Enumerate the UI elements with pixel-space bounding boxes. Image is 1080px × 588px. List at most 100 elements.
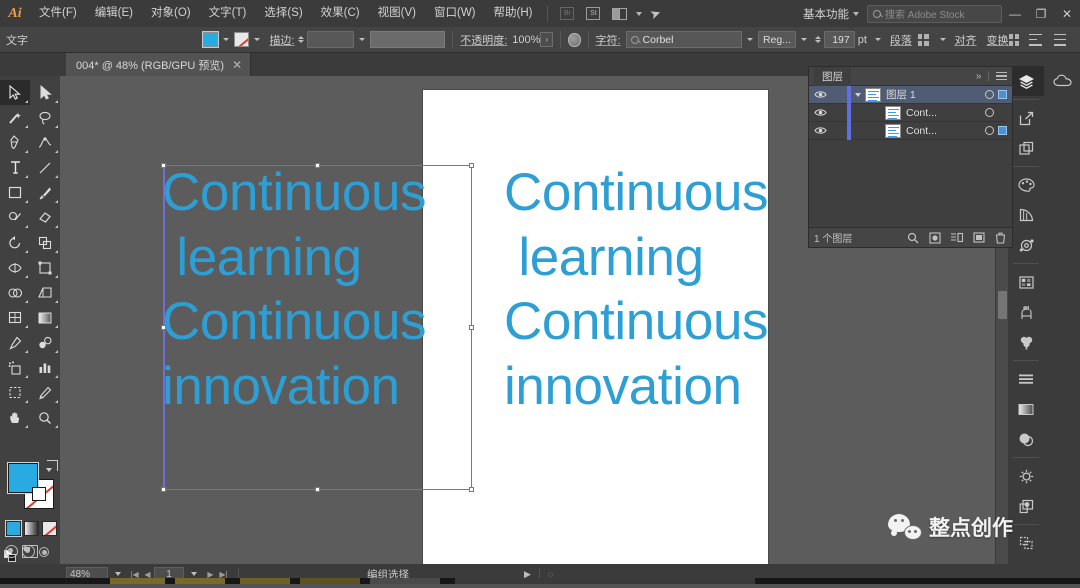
perspective-grid-tool[interactable] bbox=[30, 280, 60, 305]
stroke-chevron-down-icon[interactable] bbox=[254, 38, 261, 41]
arrange-chevron-down-icon[interactable] bbox=[636, 11, 643, 16]
screen-mode-icon[interactable] bbox=[22, 545, 38, 558]
none-mode-button[interactable] bbox=[42, 521, 57, 536]
opacity-label[interactable]: 不透明度: bbox=[460, 32, 507, 48]
hand-tool[interactable] bbox=[0, 405, 30, 430]
panel-menu-icon[interactable] bbox=[996, 71, 1007, 81]
close-icon[interactable]: ✕ bbox=[232, 59, 242, 71]
opacity-value[interactable]: 100% bbox=[512, 34, 540, 46]
opacity-flyout-button[interactable]: › bbox=[540, 32, 554, 47]
menu-type[interactable]: 文字(T) bbox=[200, 0, 256, 27]
paintbrush-tool[interactable] bbox=[30, 180, 60, 205]
free-transform-tool[interactable] bbox=[30, 255, 60, 280]
text-object-left[interactable]: Continuous learning Continuous innovatio… bbox=[162, 161, 427, 420]
bridge-icon[interactable]: Br bbox=[556, 5, 578, 23]
minimize-button[interactable]: — bbox=[1002, 0, 1028, 27]
layer-selected-indicator[interactable] bbox=[998, 90, 1007, 99]
menu-effect[interactable]: 效果(C) bbox=[312, 0, 369, 27]
stroke-weight-stepper[interactable] bbox=[297, 36, 304, 43]
close-button[interactable]: ✕ bbox=[1054, 0, 1080, 27]
layer-visibility-icon[interactable] bbox=[809, 126, 831, 135]
color-mode-button[interactable] bbox=[5, 520, 22, 537]
color-panel-icon[interactable] bbox=[1008, 170, 1044, 200]
rectangle-tool[interactable] bbox=[0, 180, 30, 205]
layer-name[interactable]: Cont... bbox=[906, 107, 985, 119]
transparency-panel-icon[interactable] bbox=[1008, 424, 1044, 454]
table-row[interactable]: 图层 1 bbox=[809, 85, 1012, 104]
symbol-sprayer-tool[interactable] bbox=[0, 355, 30, 380]
layer-target-icon[interactable] bbox=[985, 108, 994, 117]
color-guide-panel-icon[interactable] bbox=[1008, 200, 1044, 230]
text-object-right[interactable]: Continuous learning Continuous innovatio… bbox=[504, 161, 769, 420]
arrange-documents-icon[interactable] bbox=[608, 5, 630, 23]
delete-layer-icon[interactable] bbox=[994, 231, 1007, 244]
layer-selected-indicator[interactable] bbox=[998, 126, 1007, 135]
layer-target-icon[interactable] bbox=[985, 90, 994, 99]
stock-search-input[interactable]: 搜索 Adobe Stock bbox=[867, 4, 1002, 23]
stroke-weight-label[interactable]: 描边: bbox=[269, 32, 294, 48]
menu-edit[interactable]: 编辑(E) bbox=[86, 0, 142, 27]
fill-chevron-down-icon[interactable] bbox=[223, 38, 230, 41]
recolor-artwork-icon[interactable] bbox=[567, 32, 581, 47]
brush-definition-field[interactable] bbox=[369, 31, 446, 48]
font-size-chevron-down-icon[interactable] bbox=[874, 38, 881, 41]
new-layer-icon[interactable] bbox=[972, 231, 985, 244]
new-sublayer-icon[interactable] bbox=[950, 231, 963, 244]
draw-normal-button[interactable] bbox=[5, 545, 18, 558]
slice-tool[interactable] bbox=[30, 380, 60, 405]
layer-name[interactable]: 图层 1 bbox=[886, 87, 985, 102]
menu-object[interactable]: 对象(O) bbox=[142, 0, 200, 27]
chevron-double-right-icon[interactable]: » bbox=[976, 71, 982, 82]
brushes-panel-icon[interactable] bbox=[1008, 297, 1044, 327]
line-segment-tool[interactable] bbox=[30, 155, 60, 180]
taskbar-item[interactable] bbox=[455, 578, 755, 584]
table-row[interactable]: Cont... bbox=[809, 103, 1012, 122]
symbols-panel-icon[interactable] bbox=[1008, 327, 1044, 357]
anchor-bottom-left[interactable] bbox=[161, 487, 166, 492]
pen-tool[interactable] bbox=[0, 130, 30, 155]
artboard-tool[interactable] bbox=[0, 380, 30, 405]
layer-target-icon[interactable] bbox=[985, 126, 994, 135]
stock-icon[interactable]: St bbox=[582, 5, 604, 23]
taskbar-item[interactable] bbox=[240, 578, 290, 584]
workspace-switcher[interactable]: 基本功能 bbox=[795, 6, 867, 22]
restore-button[interactable]: ❐ bbox=[1028, 0, 1054, 27]
anchor-bottom-middle[interactable] bbox=[314, 487, 320, 492]
taskbar-item[interactable] bbox=[300, 578, 360, 584]
transform-label[interactable]: 变换 bbox=[987, 32, 1009, 48]
menu-window[interactable]: 窗口(W) bbox=[425, 0, 485, 27]
libraries-panel-icon[interactable] bbox=[1044, 66, 1080, 96]
chevron-down-icon[interactable] bbox=[851, 93, 865, 97]
eyedropper-tool[interactable] bbox=[0, 330, 30, 355]
font-size-stepper[interactable] bbox=[815, 36, 822, 43]
font-style-field[interactable]: Reg... bbox=[757, 31, 797, 48]
font-family-chevron-down-icon[interactable] bbox=[746, 38, 753, 41]
type-tool[interactable] bbox=[0, 155, 30, 180]
swatches-panel-icon[interactable] bbox=[1008, 267, 1044, 297]
magic-wand-tool[interactable] bbox=[0, 105, 30, 130]
gradient-tool[interactable] bbox=[30, 305, 60, 330]
lasso-tool[interactable] bbox=[30, 105, 60, 130]
layers-panel-tab[interactable]: 图层 bbox=[814, 67, 851, 86]
layer-visibility-icon[interactable] bbox=[809, 90, 831, 99]
menu-help[interactable]: 帮助(H) bbox=[485, 0, 542, 27]
paragraph-label[interactable]: 段落 bbox=[890, 32, 912, 48]
scrollbar-thumb[interactable] bbox=[998, 291, 1007, 319]
zoom-chevron-down-icon[interactable] bbox=[115, 572, 121, 576]
shape-builder-tool[interactable] bbox=[0, 280, 30, 305]
pathfinder-panel-icon[interactable] bbox=[1008, 528, 1044, 558]
font-family-field[interactable]: Corbel bbox=[625, 31, 742, 48]
mesh-tool[interactable] bbox=[0, 305, 30, 330]
appearance-panel-icon[interactable] bbox=[1008, 461, 1044, 491]
artboards-panel-icon[interactable] bbox=[1008, 133, 1044, 163]
taskbar-item[interactable] bbox=[370, 578, 440, 584]
rocket-icon[interactable]: ➤ bbox=[644, 4, 666, 23]
distribute-icon[interactable] bbox=[1008, 33, 1020, 46]
text-wrap-icon[interactable] bbox=[1029, 33, 1042, 46]
taskbar-item[interactable] bbox=[110, 578, 165, 584]
direct-selection-tool[interactable] bbox=[30, 80, 60, 105]
taskbar-item[interactable] bbox=[175, 578, 225, 584]
image-trace-panel-icon[interactable] bbox=[1008, 230, 1044, 260]
column-graph-tool[interactable] bbox=[30, 355, 60, 380]
stroke-color-swatch[interactable] bbox=[234, 32, 250, 47]
